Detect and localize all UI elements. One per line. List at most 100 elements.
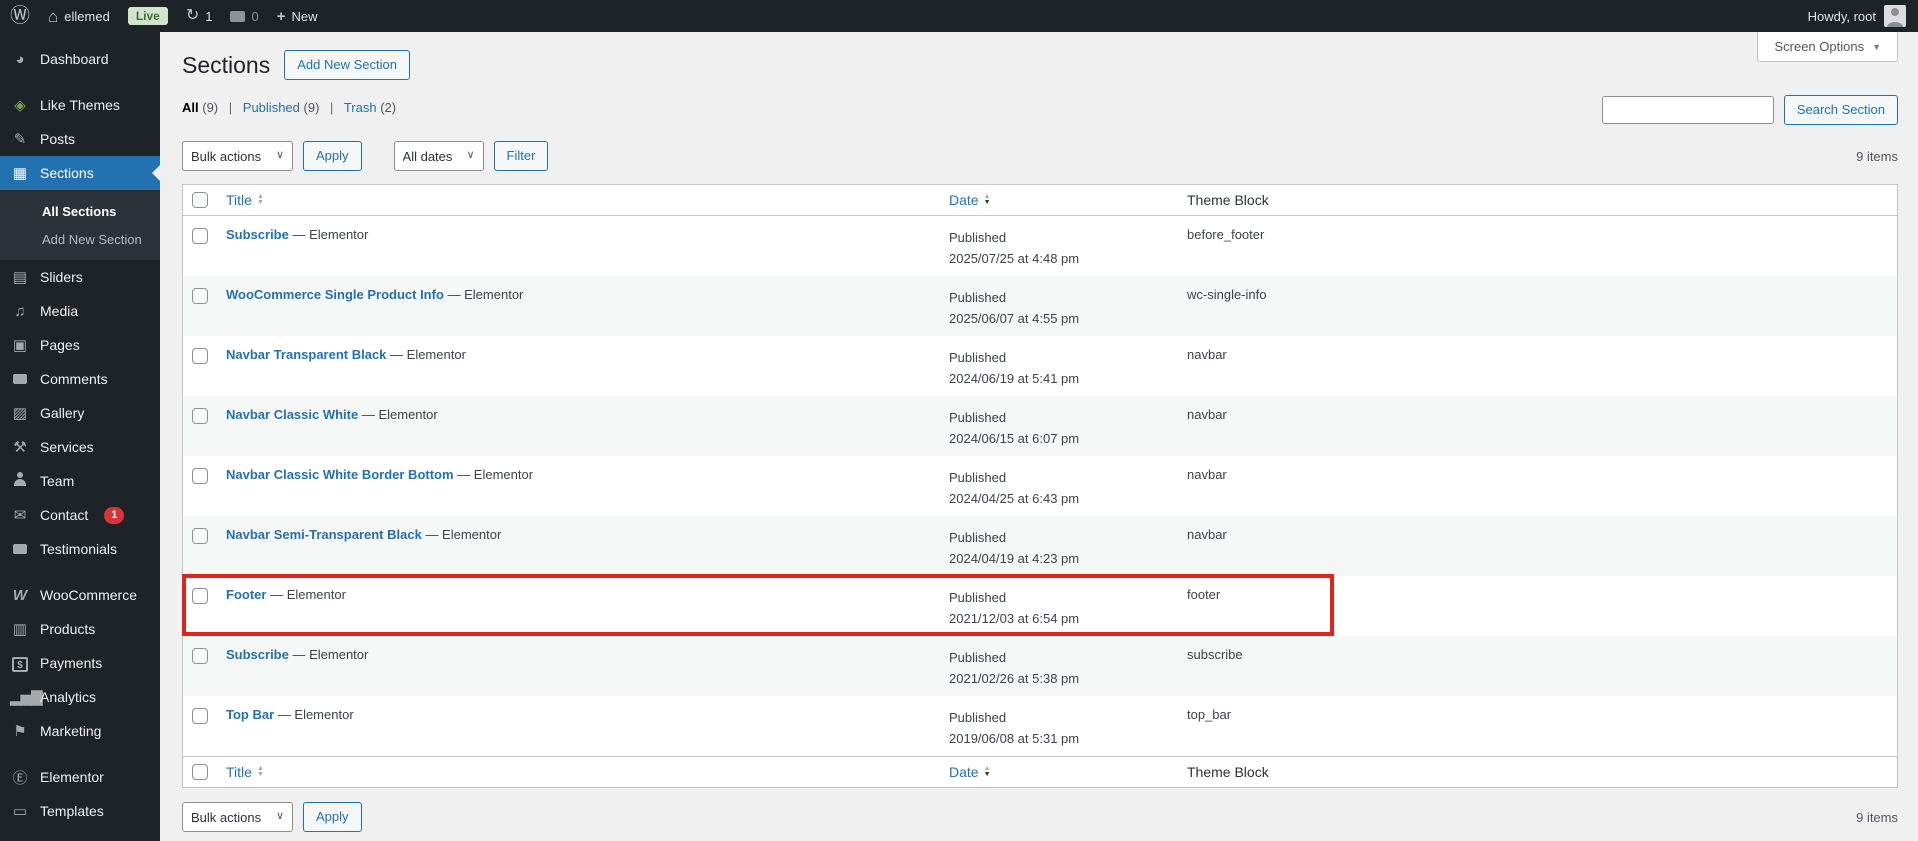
- sort-desc-icon: ▼: [984, 772, 991, 778]
- sidebar-item-products[interactable]: ▥ Products: [0, 612, 160, 646]
- screen-options-toggle[interactable]: Screen Options ▼: [1757, 32, 1898, 62]
- select-all-checkbox[interactable]: [192, 192, 208, 208]
- site-name-link[interactable]: ⌂ ellemed: [48, 8, 110, 25]
- items-count: 9 items: [1856, 810, 1898, 825]
- theme-block-value: subscribe: [1187, 647, 1243, 662]
- site-name: ellemed: [64, 9, 110, 24]
- bulk-actions-select[interactable]: Bulk actions: [182, 802, 293, 832]
- sidebar-item-templates[interactable]: ▭ Templates: [0, 794, 160, 828]
- sidebar-item-services[interactable]: ⚒ Services: [0, 430, 160, 464]
- row-title-link[interactable]: Subscribe: [226, 227, 289, 242]
- sidebar-item-analytics[interactable]: ▂▅▇ Analytics: [0, 680, 160, 714]
- admin-sidebar: ◕ Dashboard ◈ Like Themes ✎ Posts ▦ Sect…: [0, 32, 160, 841]
- row-title-link[interactable]: Navbar Semi-Transparent Black: [226, 527, 422, 542]
- sidebar-item-marketing[interactable]: ⚑ Marketing: [0, 714, 160, 748]
- sort-desc-icon: ▼: [257, 200, 264, 206]
- admin-bar: Ⓦ ⌂ ellemed Live ↻ 1 0 + New Howdy, root: [0, 0, 1918, 32]
- bulk-actions-select[interactable]: Bulk actions: [182, 141, 293, 171]
- table-row: Subscribe — Elementor Published2025/07/2…: [183, 216, 1897, 276]
- comment-icon: [230, 11, 245, 22]
- user-avatar[interactable]: [1884, 5, 1906, 27]
- add-new-section-button[interactable]: Add New Section: [284, 50, 410, 80]
- row-title-link[interactable]: WooCommerce Single Product Info: [226, 287, 444, 302]
- sidebar-item-add-new-section[interactable]: Add New Section: [0, 225, 160, 253]
- filter-trash-link[interactable]: Trash: [344, 100, 377, 115]
- sidebar-item-sections[interactable]: ▦ Sections: [0, 156, 160, 190]
- filter-published-link[interactable]: Published: [243, 100, 300, 115]
- row-checkbox[interactable]: [192, 288, 208, 304]
- row-checkbox[interactable]: [192, 528, 208, 544]
- theme-block-value: wc-single-info: [1187, 287, 1266, 302]
- contact-notification-badge: 1: [104, 507, 124, 524]
- sidebar-item-sliders[interactable]: ▤ Sliders: [0, 260, 160, 294]
- date-filter-select[interactable]: All dates: [394, 141, 484, 171]
- sidebar-item-like-themes[interactable]: ◈ Like Themes: [0, 88, 160, 122]
- update-icon: ↻: [186, 8, 199, 24]
- row-title-link[interactable]: Top Bar: [226, 707, 274, 722]
- howdy-text[interactable]: Howdy, root: [1808, 9, 1876, 24]
- row-checkbox[interactable]: [192, 648, 208, 664]
- sort-by-date[interactable]: Date ▲▼: [949, 190, 991, 211]
- theme-block-value: footer: [1187, 587, 1220, 602]
- sort-by-title[interactable]: Title ▲▼: [226, 192, 264, 208]
- elementor-icon: Ⓔ: [10, 767, 30, 788]
- menu-separator: [0, 76, 160, 88]
- row-checkbox[interactable]: [192, 708, 208, 724]
- sort-by-date[interactable]: Date ▲▼: [949, 762, 991, 783]
- row-checkbox[interactable]: [192, 348, 208, 364]
- sidebar-item-gallery[interactable]: ▨ Gallery: [0, 396, 160, 430]
- sidebar-item-all-sections[interactable]: All Sections: [0, 197, 160, 225]
- sidebar-item-testimonials[interactable]: Testimonials: [0, 532, 160, 566]
- theme-block-value: top_bar: [1187, 707, 1231, 722]
- sort-desc-icon: ▼: [984, 200, 991, 206]
- envelope-icon: ✉: [10, 506, 30, 524]
- sort-by-title[interactable]: Title ▲▼: [226, 764, 264, 780]
- row-title-link[interactable]: Footer: [226, 587, 266, 602]
- bar-chart-icon: ▂▅▇: [10, 688, 30, 706]
- wordpress-menu[interactable]: Ⓦ: [10, 6, 30, 26]
- main-content: Screen Options ▼ Sections Add New Sectio…: [160, 32, 1918, 841]
- row-checkbox[interactable]: [192, 588, 208, 604]
- filter-button[interactable]: Filter: [494, 141, 549, 171]
- media-icon: ♫: [10, 303, 30, 320]
- sidebar-item-team[interactable]: Team: [0, 464, 160, 498]
- dashboard-icon: ◕: [10, 51, 30, 68]
- person-icon: [10, 472, 30, 490]
- sidebar-item-contact[interactable]: ✉ Contact 1: [0, 498, 160, 532]
- theme-block-value: navbar: [1187, 527, 1227, 542]
- table-row-highlighted: Footer — Elementor Published2021/12/03 a…: [183, 576, 1897, 636]
- row-checkbox[interactable]: [192, 468, 208, 484]
- select-all-checkbox[interactable]: [192, 764, 208, 780]
- hammer-icon: ⚒: [10, 438, 30, 456]
- row-title-link[interactable]: Navbar Transparent Black: [226, 347, 386, 362]
- comments-link[interactable]: 0: [230, 9, 258, 24]
- sidebar-item-dashboard[interactable]: ◕ Dashboard: [0, 42, 160, 76]
- search-input[interactable]: [1602, 96, 1774, 124]
- table-row: Navbar Semi-Transparent Black — Elemento…: [183, 516, 1897, 576]
- row-title-link[interactable]: Navbar Classic White: [226, 407, 358, 422]
- sidebar-item-comments[interactable]: Comments: [0, 362, 160, 396]
- filter-all-link[interactable]: All: [182, 100, 199, 115]
- row-checkbox[interactable]: [192, 228, 208, 244]
- table-row: Navbar Transparent Black — Elementor Pub…: [183, 336, 1897, 396]
- row-title-link[interactable]: Subscribe: [226, 647, 289, 662]
- dollar-icon: $: [10, 655, 30, 672]
- row-title-link[interactable]: Navbar Classic White Border Bottom: [226, 467, 454, 482]
- apply-button[interactable]: Apply: [303, 141, 362, 171]
- apply-button[interactable]: Apply: [303, 802, 362, 832]
- comment-count: 0: [251, 9, 258, 24]
- sidebar-item-woocommerce[interactable]: W WooCommerce: [0, 578, 160, 612]
- sidebar-item-media[interactable]: ♫ Media: [0, 294, 160, 328]
- row-checkbox[interactable]: [192, 408, 208, 424]
- sections-icon: ▦: [10, 164, 30, 182]
- new-content-link[interactable]: + New: [277, 8, 318, 25]
- sidebar-item-pages[interactable]: ▣ Pages: [0, 328, 160, 362]
- table-row: Navbar Classic White Border Bottom — Ele…: [183, 456, 1897, 516]
- updates-link[interactable]: ↻ 1: [186, 8, 213, 24]
- sidebar-item-posts[interactable]: ✎ Posts: [0, 122, 160, 156]
- search-section-button[interactable]: Search Section: [1784, 95, 1898, 125]
- sidebar-item-payments[interactable]: $ Payments: [0, 646, 160, 680]
- menu-separator: [0, 566, 160, 578]
- posts-icon: ✎: [10, 130, 30, 148]
- sidebar-item-elementor[interactable]: Ⓔ Elementor: [0, 760, 160, 794]
